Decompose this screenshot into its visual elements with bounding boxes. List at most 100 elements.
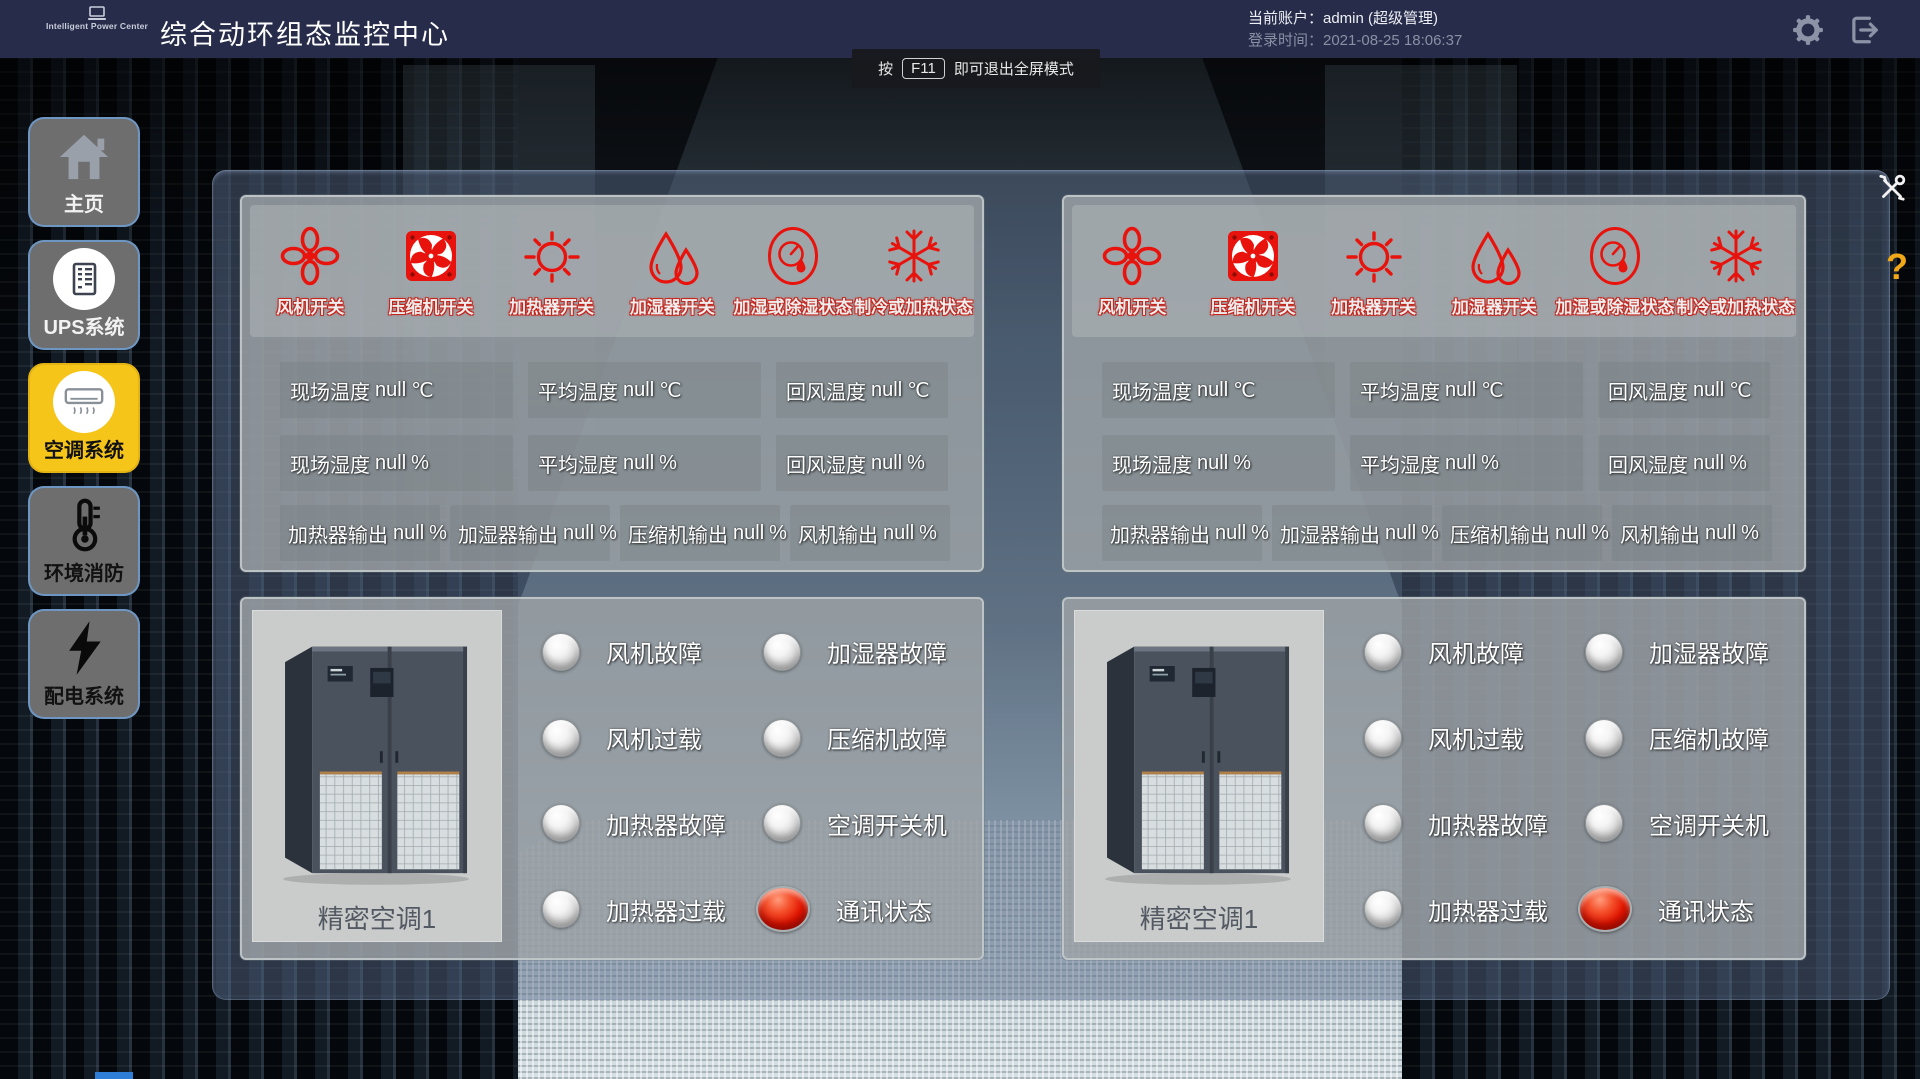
cooling-heating-status-icon	[1706, 225, 1766, 287]
settings-button[interactable]	[1792, 14, 1824, 46]
tools-button[interactable]	[1876, 172, 1908, 204]
ac-image-card: 精密空调1	[252, 610, 502, 942]
reading-unit: %	[1481, 452, 1499, 475]
indicator: 加热器过载	[534, 866, 755, 952]
indicator: 通讯状态	[755, 866, 976, 952]
compressor-switch-icon	[1223, 225, 1283, 287]
humidity-readings-row: 现场湿度 null % 平均湿度 null % 回风湿度 null %	[1102, 435, 1770, 491]
reading-value: null	[1197, 452, 1228, 475]
indicator-label: 风机故障	[606, 634, 702, 669]
ac-unit-name: 精密空调1	[1075, 899, 1323, 936]
humidify-dehumidify-status-icon	[763, 225, 823, 287]
cooling-heating-status[interactable]: 制冷或加热状态	[1675, 205, 1796, 337]
sidebar-item-power-distribution[interactable]: 配电系统	[28, 609, 140, 719]
reading-cell: 平均温度 null ℃	[1350, 362, 1583, 418]
reading-unit: %	[769, 522, 787, 545]
reading-cell: 风机输出 null %	[1612, 505, 1772, 561]
humidify-dehumidify-status[interactable]: 加湿或除湿状态	[1555, 205, 1676, 337]
switch-label: 加热器开关	[1331, 293, 1416, 318]
switch-label: 风机开关	[1098, 293, 1166, 318]
reading-unit: ℃	[411, 378, 433, 403]
humidify-dehumidify-status[interactable]: 加湿或除湿状态	[733, 205, 854, 337]
fan-switch[interactable]: 风机开关	[250, 205, 371, 337]
thermometer-icon	[56, 488, 112, 557]
reading-cell: 回风温度 null ℃	[1598, 362, 1770, 418]
reading-unit: %	[1233, 452, 1251, 475]
led-icon	[542, 804, 580, 842]
toast-press-text: 按	[878, 58, 893, 79]
cooling-heating-status[interactable]: 制冷或加热状态	[853, 205, 974, 337]
reading-label: 风机输出	[798, 519, 878, 548]
humidify-dehumidify-status-icon	[1585, 225, 1645, 287]
reading-unit: ℃	[907, 378, 929, 403]
page-title: 综合动环组态监控中心	[160, 13, 450, 52]
output-readings-row: 加热器输出 null % 加湿器输出 null % 压缩机输出 null %	[1102, 505, 1772, 561]
heater-switch[interactable]: 加热器开关	[491, 205, 612, 337]
reading-value: null	[1445, 452, 1476, 475]
led-icon	[542, 719, 580, 757]
reading-cell: 现场湿度 null %	[1102, 435, 1335, 491]
switch-icon-row: 风机开关	[250, 205, 974, 337]
reading-unit: %	[1591, 522, 1609, 545]
reading-unit: %	[1729, 452, 1747, 475]
sidebar-item-ups[interactable]: UPS系统	[28, 240, 140, 350]
reading-label: 现场湿度	[1112, 449, 1192, 478]
reading-label: 加湿器输出	[458, 519, 558, 548]
reading-cell: 平均湿度 null %	[528, 435, 761, 491]
ac-unit-name: 精密空调1	[253, 899, 501, 936]
switch-label: 压缩机开关	[1211, 293, 1296, 318]
indicator-label: 风机故障	[1428, 634, 1524, 669]
led-icon	[1585, 633, 1623, 671]
indicator-label: 空调开关机	[1649, 806, 1769, 841]
indicator-label: 加热器过载	[606, 892, 726, 927]
sidebar-item-aircon[interactable]: 空调系统	[28, 363, 140, 473]
logout-button[interactable]	[1848, 14, 1880, 46]
indicator: 压缩机故障	[1577, 695, 1798, 781]
reading-value: null	[1705, 522, 1736, 545]
fan-switch-icon	[1102, 225, 1162, 287]
switch-label: 加湿或除湿状态	[1556, 293, 1675, 318]
humidifier-switch-icon	[1464, 225, 1524, 287]
indicator: 空调开关机	[1577, 781, 1798, 867]
sidebar-item-environment-fire[interactable]: 环境消防	[28, 486, 140, 596]
humidifier-switch[interactable]: 加湿器开关	[1434, 205, 1555, 337]
humidifier-switch[interactable]: 加湿器开关	[612, 205, 733, 337]
led-icon	[1364, 633, 1402, 671]
indicator: 加湿器故障	[1577, 609, 1798, 695]
compressor-switch[interactable]: 压缩机开关	[1193, 205, 1314, 337]
led-icon	[1364, 890, 1402, 928]
help-button[interactable]: ?	[1882, 246, 1912, 290]
ac-image-card: 精密空调1	[1074, 610, 1324, 942]
reading-label: 加湿器输出	[1280, 519, 1380, 548]
reading-label: 平均温度	[538, 376, 618, 405]
switch-label: 加湿器开关	[1452, 293, 1537, 318]
reading-value: null	[1215, 522, 1246, 545]
reading-label: 平均湿度	[538, 449, 618, 478]
reading-cell: 现场温度 null ℃	[280, 362, 513, 418]
sidebar-item-label: 空调系统	[44, 434, 124, 463]
heater-switch[interactable]: 加热器开关	[1313, 205, 1434, 337]
reading-unit: %	[1251, 522, 1269, 545]
reading-label: 现场温度	[1112, 376, 1192, 405]
reading-cell: 风机输出 null %	[790, 505, 950, 561]
blue-strip	[95, 1072, 133, 1079]
reading-label: 加热器输出	[288, 519, 388, 548]
compressor-switch-icon	[401, 225, 461, 287]
reading-label: 平均温度	[1360, 376, 1440, 405]
reading-label: 平均湿度	[1360, 449, 1440, 478]
indicator-label: 加热器故障	[606, 806, 726, 841]
reading-value: null	[733, 522, 764, 545]
login-time: 登录时间：2021-08-25 18:06:37	[1248, 30, 1462, 52]
reading-unit: %	[1741, 522, 1759, 545]
indicator-grid: 风机故障 加湿器故障 风机过载 压缩机故障	[1356, 609, 1798, 952]
gear-icon	[1792, 14, 1824, 46]
sidebar-item-home[interactable]: 主页	[28, 117, 140, 227]
toast-message-text: 即可退出全屏模式	[954, 58, 1074, 79]
fan-switch[interactable]: 风机开关	[1072, 205, 1193, 337]
temperature-readings-row: 现场温度 null ℃ 平均温度 null ℃ 回风温度 null ℃	[280, 362, 948, 418]
indicator: 风机过载	[1356, 695, 1577, 781]
reading-label: 回风湿度	[1608, 449, 1688, 478]
humidity-readings-row: 现场湿度 null % 平均湿度 null % 回风湿度 null %	[280, 435, 948, 491]
compressor-switch[interactable]: 压缩机开关	[371, 205, 492, 337]
reading-unit: %	[411, 452, 429, 475]
